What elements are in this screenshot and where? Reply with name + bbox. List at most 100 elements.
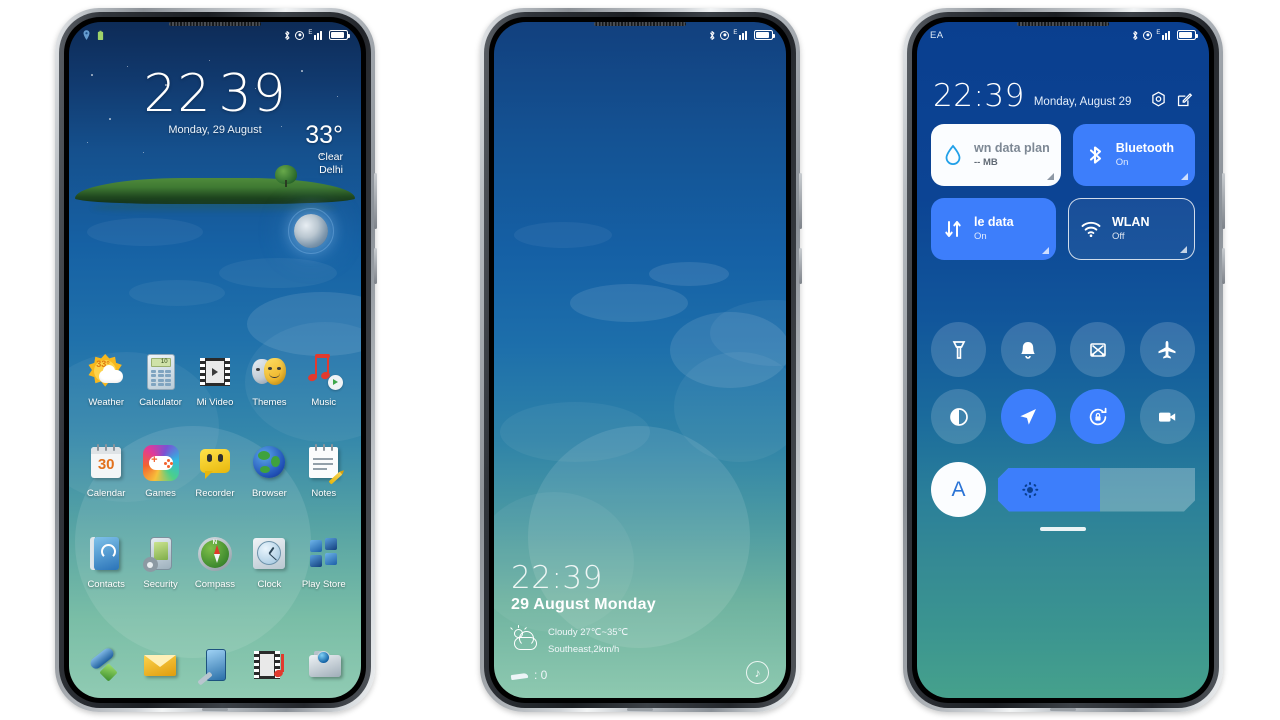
earpiece-speaker-icon [594,22,686,26]
phone-dialer-icon[interactable] [86,646,124,684]
bluetooth-icon [1133,30,1138,40]
app-label: Contacts [87,579,125,590]
play-store-icon [304,534,344,574]
edit-icon[interactable] [1176,91,1193,108]
location-notification-icon [83,29,90,40]
brightness-fill [998,468,1100,512]
toggle-row-2 [931,389,1195,444]
music-note-icon[interactable]: ♪ [746,661,769,684]
app-calendar[interactable]: 30 Calendar [79,443,133,499]
gear-icon[interactable] [1150,91,1167,108]
rotation-lock-icon[interactable] [1070,389,1126,444]
calendar-day-number: 30 [97,456,115,473]
brightness-slider[interactable] [998,468,1195,512]
card-mobile-data[interactable]: le data On [931,198,1056,260]
app-play-store[interactable]: Play Store [297,534,351,590]
quick-setting-cards: wn data plan -- MB Bluetooth On le data … [931,124,1195,272]
card-bluetooth[interactable]: Bluetooth On [1072,124,1195,186]
expand-corner-icon[interactable] [1046,173,1054,180]
video-icon[interactable] [251,646,289,684]
music-icon [304,352,344,392]
app-security[interactable]: Security [134,534,188,590]
lockscreen-weather[interactable]: 33° Clear Delhi [305,120,343,178]
app-compass[interactable]: N Compass [188,534,242,590]
expand-corner-icon[interactable] [1181,173,1188,180]
app-label: Compass [194,579,236,590]
app-themes[interactable]: Themes [242,352,296,408]
flashlight-icon[interactable] [931,322,986,377]
bluetooth-icon [710,30,715,40]
recorder-icon [195,443,235,483]
charging-port [202,708,228,711]
app-mi-video[interactable]: Mi Video [188,352,242,408]
dock [69,646,361,686]
signal-e-icon: E [1156,30,1173,40]
notes-icon [304,443,344,485]
ringer-bell-icon[interactable] [1000,322,1056,377]
app-contacts[interactable]: Contacts [79,534,133,590]
app-clock[interactable]: Clock [242,534,296,590]
app-weather[interactable]: 33° Weather [79,352,133,408]
app-row-2: 30 Calendar + Games Recorder Browser Not… [69,443,361,499]
expand-corner-icon[interactable] [1042,247,1049,254]
charging-port [627,708,653,711]
app-music[interactable]: Music [297,352,351,408]
auto-brightness-button[interactable]: A [931,462,986,517]
app-label: Security [143,579,178,590]
airplane-mode-icon[interactable] [1139,322,1195,377]
volume-button[interactable] [374,248,377,284]
themes-icon [249,352,289,392]
widget-steps: : 0 [511,668,769,682]
app-row-3: Contacts Security N Compass Clock Play S… [69,534,361,590]
app-label: Browser [251,488,287,499]
shoe-icon [511,670,528,680]
moon-icon [294,214,328,248]
battery-icon [329,30,350,40]
tools-icon[interactable] [196,646,234,686]
app-label: Calculator [139,397,182,408]
clock-weather-widget[interactable]: 22:39 29 August Monday Cloudy 27℃~35℃ So… [510,561,769,682]
power-button[interactable] [799,173,802,229]
location-icon[interactable] [1000,389,1056,444]
screen-record-icon[interactable] [1139,389,1195,444]
expand-corner-icon[interactable] [1180,246,1187,253]
cc-clock: 22:39 [933,78,1025,114]
data-drop-icon [942,144,964,166]
app-label: Games [145,488,176,499]
toggle-row-1 [931,322,1195,377]
app-recorder[interactable]: Recorder [188,443,242,499]
app-notes[interactable]: Notes [297,443,351,499]
app-label: Calendar [86,488,126,499]
power-button[interactable] [374,173,377,229]
card-wlan[interactable]: WLAN Off [1068,198,1195,260]
card-sub: On [974,231,987,242]
calendar-icon: 30 [86,443,126,483]
phone-right: EA E 22:39 Monday, August 29 wn data pla… [903,8,1225,712]
contacts-icon [86,534,126,574]
card-data-plan[interactable]: wn data plan -- MB [931,124,1061,186]
status-notifications [82,29,105,41]
app-label: Recorder [195,488,235,499]
messaging-icon[interactable] [141,646,179,684]
phone3-screen: EA E 22:39 Monday, August 29 wn data pla… [917,22,1209,698]
clock-minutes: 39 [218,64,287,124]
weather-temperature: 33° [305,121,343,149]
volume-button[interactable] [1222,248,1225,284]
app-calculator[interactable]: 10 Calculator [134,352,188,408]
earpiece-speaker-icon [1017,22,1109,26]
do-not-disturb-icon [720,30,730,40]
camera-icon[interactable] [306,646,344,684]
weather-city: Delhi [319,164,343,177]
screenshot-icon[interactable] [1070,322,1126,377]
app-browser[interactable]: Browser [242,443,296,499]
volume-button[interactable] [799,248,802,284]
drag-handle[interactable] [1040,527,1086,531]
brightness-row: A [931,462,1195,517]
dark-mode-icon[interactable] [931,389,986,444]
power-button[interactable] [1222,173,1225,229]
carrier-label: EA [930,29,944,41]
app-games[interactable]: Games [134,443,188,499]
card-sub: -- MB [974,157,998,168]
compass-icon: N [195,534,235,574]
app-label: Themes [252,397,287,408]
